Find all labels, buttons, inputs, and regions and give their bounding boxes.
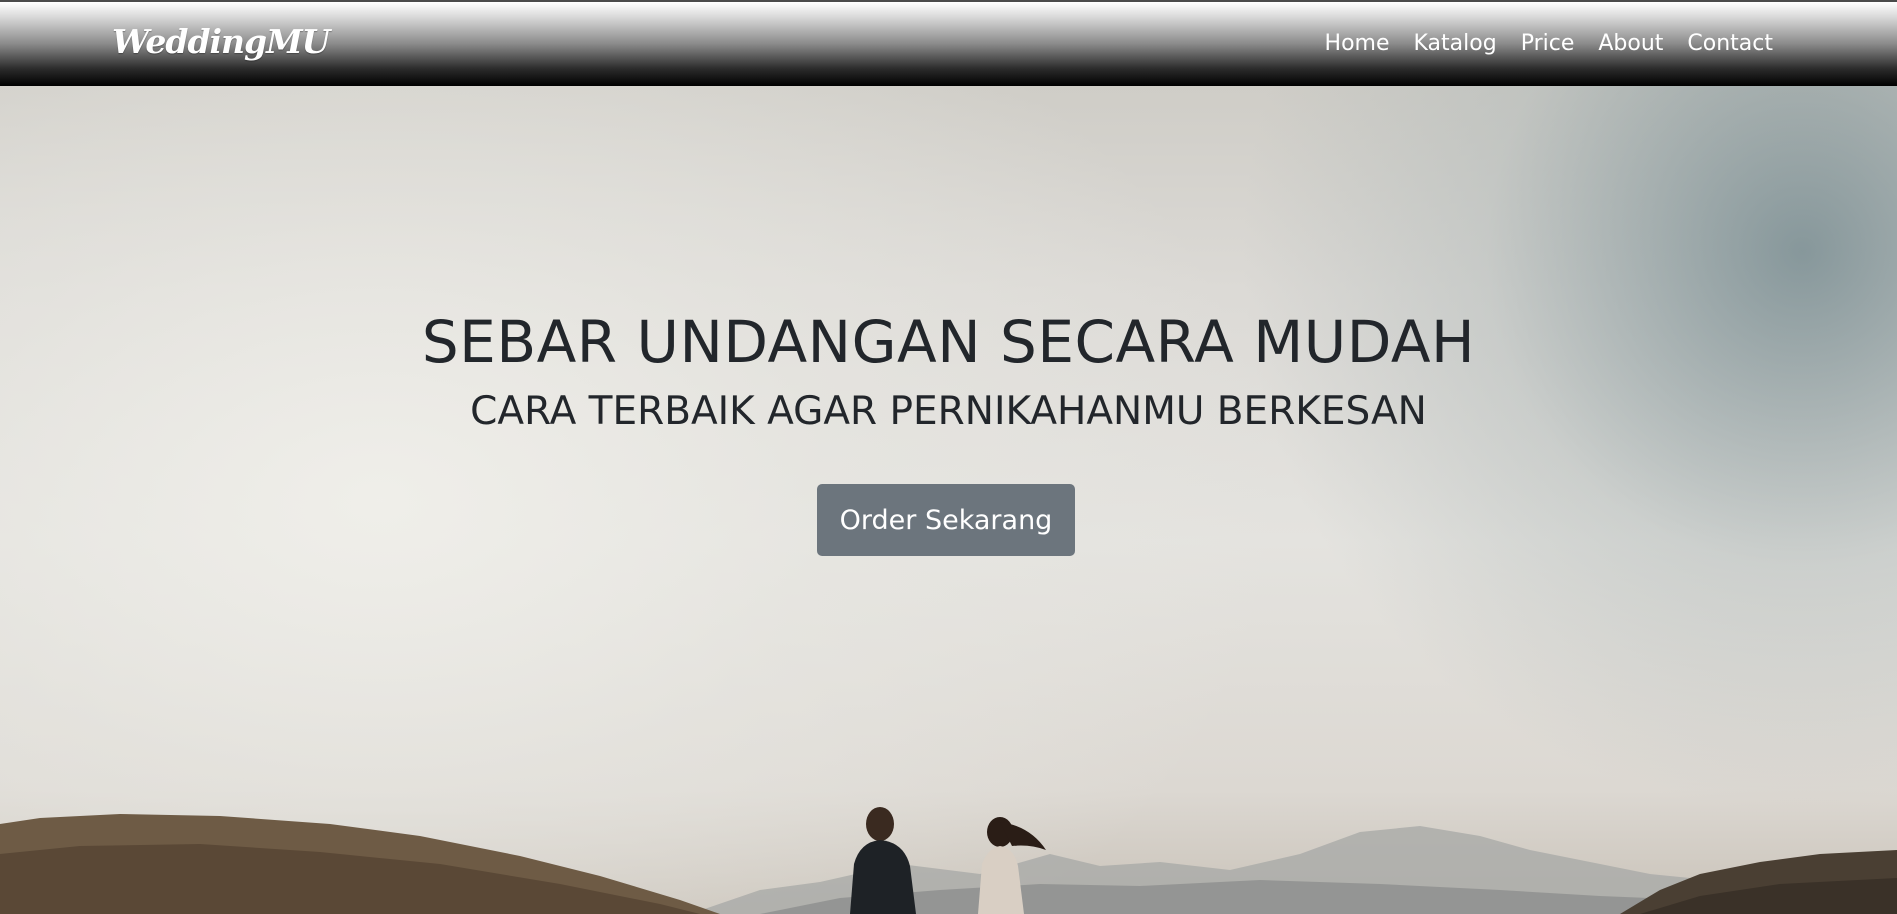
page: WeddingMU Home Katalog Price About Conta… — [0, 0, 1897, 914]
nav-links: Home Katalog Price About Contact — [1325, 31, 1773, 56]
nav-link-home[interactable]: Home — [1325, 31, 1390, 56]
navbar: WeddingMU Home Katalog Price About Conta… — [0, 0, 1897, 86]
brand-logo[interactable]: WeddingMU — [112, 22, 330, 61]
hero-title: SEBAR UNDANGAN SECARA MUDAH — [421, 308, 1476, 376]
nav-link-price[interactable]: Price — [1521, 31, 1575, 56]
hero-background-image — [0, 807, 1897, 914]
nav-link-katalog[interactable]: Katalog — [1414, 31, 1497, 56]
nav-link-about[interactable]: About — [1598, 31, 1663, 56]
order-now-button[interactable]: Order Sekarang — [817, 484, 1075, 556]
nav-link-contact[interactable]: Contact — [1687, 31, 1773, 56]
hero-subtitle: CARA TERBAIK AGAR PERNIKAHANMU BERKESAN — [470, 389, 1427, 434]
hero-section: SEBAR UNDANGAN SECARA MUDAH CARA TERBAIK… — [0, 86, 1897, 914]
